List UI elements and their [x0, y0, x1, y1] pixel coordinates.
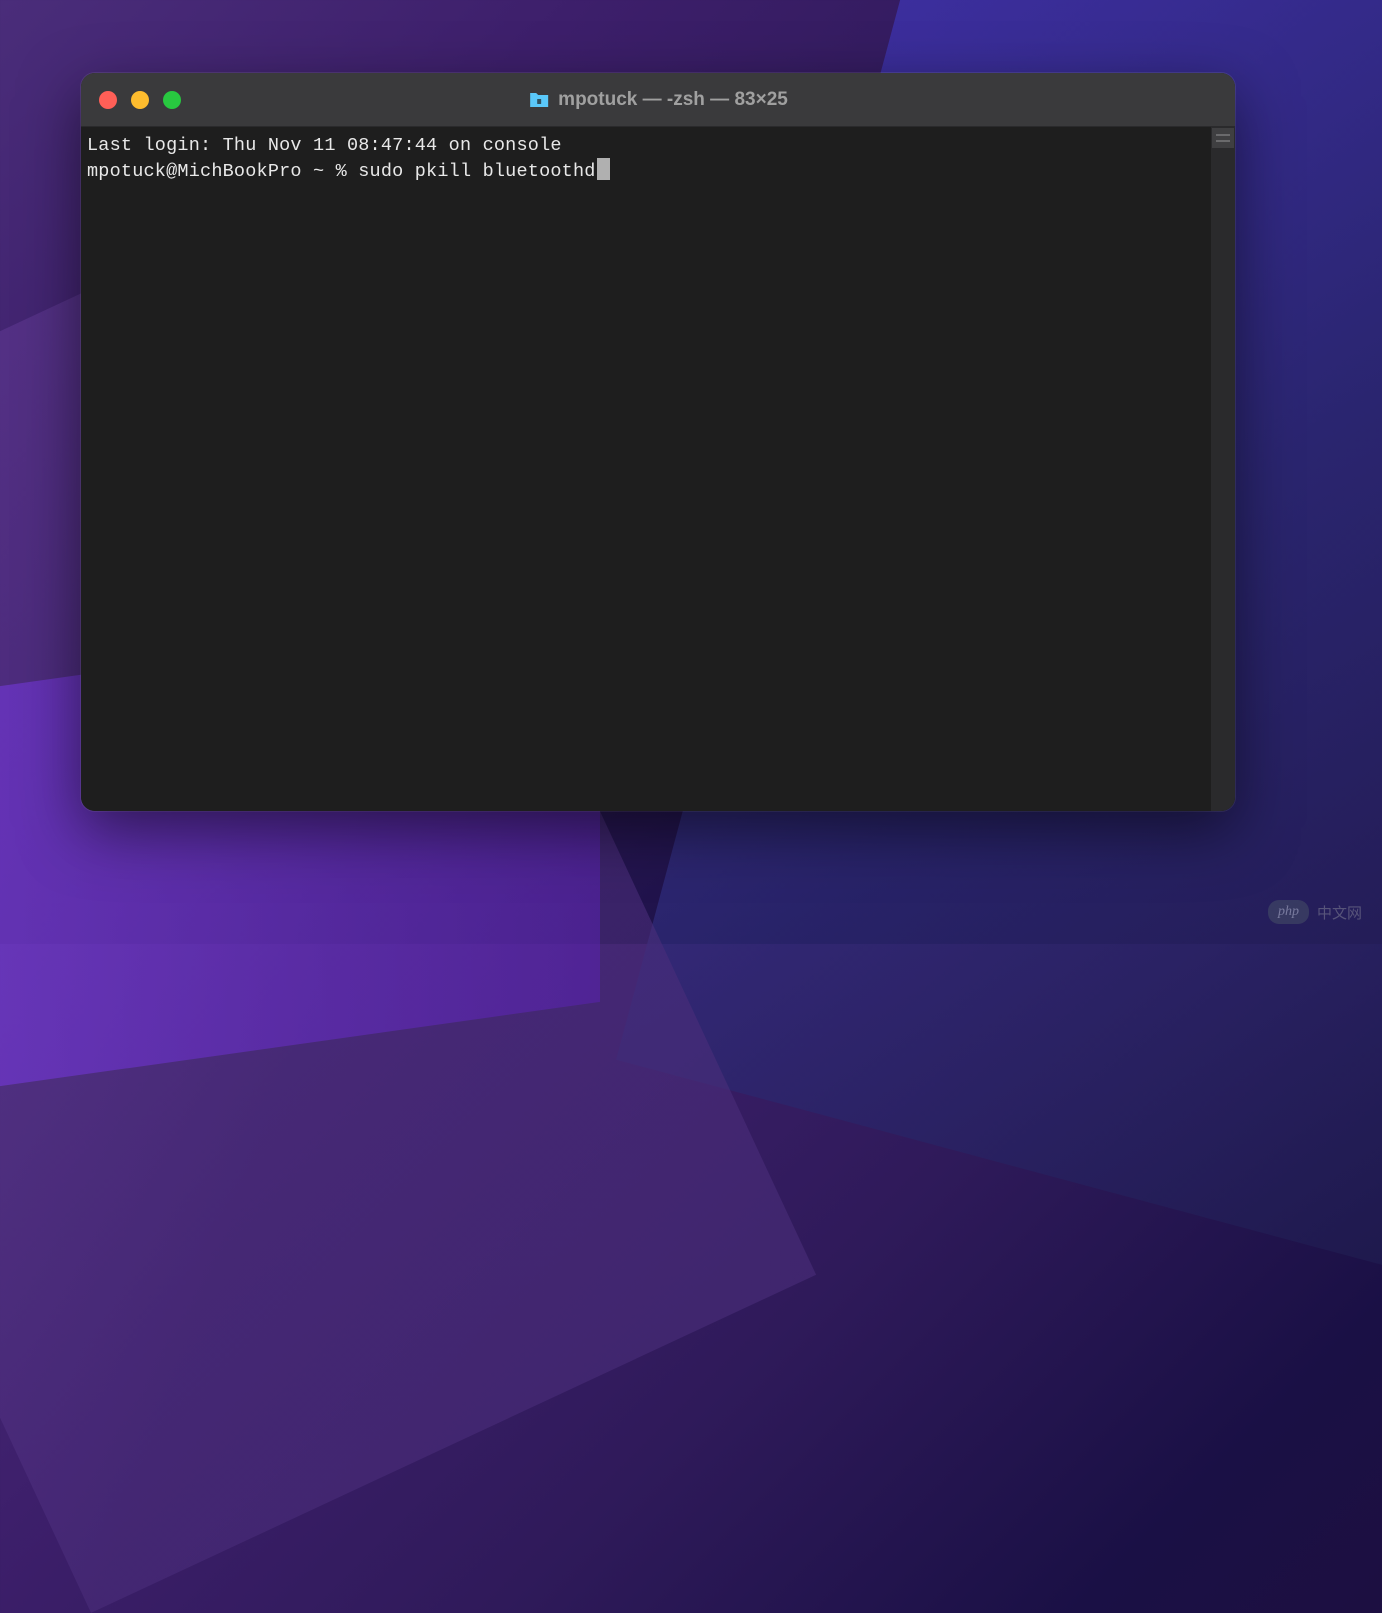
terminal-cursor	[597, 158, 610, 180]
window-title-bar[interactable]: mpotuck — -zsh — 83×25	[81, 73, 1235, 127]
folder-icon	[528, 91, 550, 109]
window-controls	[99, 91, 181, 109]
window-title-text: mpotuck — -zsh — 83×25	[558, 89, 788, 111]
watermark-badge: php	[1268, 900, 1309, 924]
watermark: php 中文网	[1268, 900, 1362, 924]
window-title: mpotuck — -zsh — 83×25	[528, 89, 788, 111]
terminal-body: Last login: Thu Nov 11 08:47:44 on conso…	[81, 127, 1235, 811]
terminal-window: mpotuck — -zsh — 83×25 Last login: Thu N…	[81, 73, 1235, 811]
terminal-scrollbar[interactable]	[1211, 127, 1235, 811]
close-button[interactable]	[99, 91, 117, 109]
minimize-button[interactable]	[131, 91, 149, 109]
terminal-content[interactable]: Last login: Thu Nov 11 08:47:44 on conso…	[81, 127, 1211, 811]
maximize-button[interactable]	[163, 91, 181, 109]
shell-prompt: mpotuck@MichBookPro ~ %	[87, 161, 358, 182]
last-login-line: Last login: Thu Nov 11 08:47:44 on conso…	[87, 133, 1205, 159]
typed-command: sudo pkill bluetoothd	[358, 161, 595, 182]
prompt-line: mpotuck@MichBookPro ~ % sudo pkill bluet…	[87, 159, 1205, 185]
scrollbar-handle-icon[interactable]	[1212, 128, 1234, 148]
watermark-text: 中文网	[1317, 902, 1362, 923]
